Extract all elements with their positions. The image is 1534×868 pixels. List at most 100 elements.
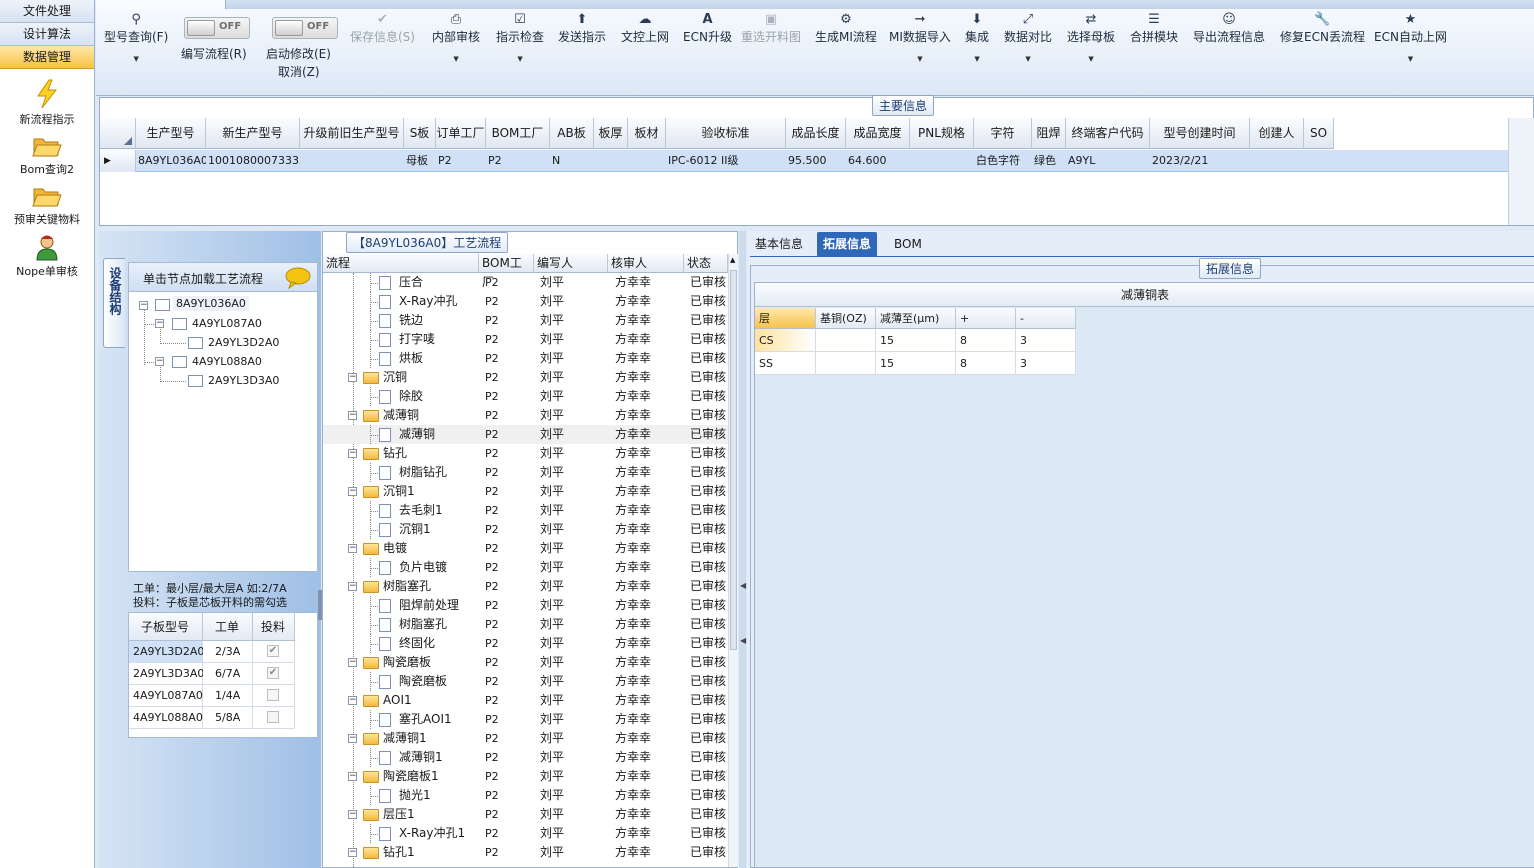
internal-review-button[interactable]: ⎙ 内部审核 ▼ [432, 12, 480, 63]
flow-row[interactable]: − 树脂塞孔 P2 刘平 方幸幸 已审核 [323, 577, 728, 596]
sidebar-tool-key-material[interactable]: 预审关键物料 [0, 183, 94, 227]
flow-row[interactable]: 打字唛 P2 刘平 方幸幸 已审核 [323, 330, 728, 349]
flow-row[interactable]: 树脂塞孔 P2 刘平 方幸幸 已审核 [323, 615, 728, 634]
main-info-cell[interactable] [1250, 150, 1304, 172]
save-info-button[interactable]: ✔ 保存信息(S) [350, 12, 415, 45]
sub-board-order[interactable]: 1/4A [203, 685, 253, 707]
collapse-icon[interactable]: − [155, 319, 164, 328]
collapse-icon[interactable]: − [348, 449, 357, 458]
data-compare-button[interactable]: ⤢ 数据对比 ▼ [1004, 12, 1052, 63]
tree-node[interactable]: 2A9YL3D2A0 [208, 336, 279, 349]
sidebar-item-algorithm[interactable]: 设计算法 [0, 23, 94, 46]
main-info-col-header[interactable]: 创建人 [1250, 118, 1304, 149]
tab-bom[interactable]: BOM [888, 232, 928, 256]
tree-node[interactable]: 4A9YL088A0 [192, 355, 262, 368]
flow-row[interactable]: − 沉铜 P2 刘平 方幸幸 已审核 [323, 368, 728, 387]
flow-row[interactable]: 负片电镀 P2 刘平 方幸幸 已审核 [323, 558, 728, 577]
main-info-col-header[interactable]: 字符 [974, 118, 1032, 149]
main-info-col-header[interactable]: BOM工厂 [486, 118, 550, 149]
main-info-col-header[interactable]: PNL规格 [910, 118, 974, 149]
flow-row[interactable]: 铣边 P2 刘平 方幸幸 已审核 [323, 311, 728, 330]
start-edit-toggle[interactable]: OFF [272, 17, 338, 39]
tree-node[interactable]: 2A9YL3D3A0 [208, 374, 279, 387]
main-info-cell[interactable]: A9YL [1066, 150, 1150, 172]
main-info-col-header[interactable]: 终端客户代码 [1066, 118, 1150, 149]
main-info-cell[interactable]: 白色字符 [974, 150, 1032, 172]
flow-row[interactable]: − 钻孔 P2 刘平 方幸幸 已审核 [323, 444, 728, 463]
flow-row[interactable]: − 陶瓷磨板 P2 刘平 方幸幸 已审核 [323, 653, 728, 672]
thin-cell[interactable]: 15 [876, 329, 956, 352]
flow-row[interactable]: 去毛刺1 P2 刘平 方幸幸 已审核 [323, 501, 728, 520]
collapse-icon[interactable]: − [348, 848, 357, 857]
grid-header[interactable]: 工单 [203, 613, 253, 641]
repair-ecn-button[interactable]: 🔧 修复ECN丢流程 [1280, 12, 1365, 45]
grid-header[interactable]: 子板型号 [129, 613, 203, 641]
main-info-cell[interactable]: N [550, 150, 594, 172]
flow-row[interactable]: 压合 P2 刘平 方幸幸 已审核 [323, 273, 728, 292]
sub-board-model[interactable]: 4A9YL088A0 [129, 707, 203, 729]
thin-cell[interactable]: CS [755, 329, 816, 352]
flow-row[interactable]: 沉铜1 P2 刘平 方幸幸 已审核 [323, 520, 728, 539]
flow-row[interactable]: 减薄铜 P2 刘平 方幸幸 已审核 [323, 425, 728, 444]
flow-row[interactable]: X-Ray冲孔 P2 刘平 方幸幸 已审核 [323, 292, 728, 311]
sub-board-model[interactable]: 4A9YL087A0 [129, 685, 203, 707]
main-info-cell[interactable] [594, 150, 628, 172]
thin-cell[interactable] [816, 352, 876, 375]
flow-row[interactable]: − AOI1 P2 刘平 方幸幸 已审核 [323, 691, 728, 710]
tree-node[interactable]: 4A9YL087A0 [192, 317, 262, 330]
sub-board-order[interactable]: 5/8A [203, 707, 253, 729]
feed-checkbox[interactable]: ✔ [267, 667, 279, 679]
panel-splitter[interactable]: ◀ ◀ [739, 231, 746, 868]
flow-col-header[interactable]: 状态 [684, 254, 728, 273]
main-info-cell[interactable]: P2 [436, 150, 486, 172]
main-info-col-header[interactable]: 生产型号 [136, 118, 206, 149]
flow-col-header[interactable]: 核审人 [608, 254, 684, 273]
write-flow-toggle[interactable]: OFF [184, 17, 250, 39]
flow-row[interactable]: 阻焊前处理 P2 刘平 方幸幸 已审核 [323, 596, 728, 615]
tab-basic-info[interactable]: 基本信息 [749, 232, 809, 256]
main-info-cell[interactable]: P2 [486, 150, 550, 172]
generate-mi-flow-button[interactable]: ⚙ 生成MI流程 [815, 12, 877, 45]
sidebar-tool-bom-query[interactable]: Bom查询2 [0, 133, 94, 177]
main-info-col-header[interactable]: 验收标准 [666, 118, 786, 149]
thin-cell[interactable]: 8 [956, 329, 1016, 352]
flow-row[interactable]: − 减薄铜 P2 刘平 方幸幸 已审核 [323, 406, 728, 425]
send-instruction-button[interactable]: ⬆ 发送指示 [558, 12, 606, 45]
flow-row[interactable]: − 减薄铜1 P2 刘平 方幸幸 已审核 [323, 729, 728, 748]
flow-row[interactable]: 除胶 P2 刘平 方幸幸 已审核 [323, 387, 728, 406]
main-info-cell[interactable]: 母板 [404, 150, 436, 172]
main-info-cell[interactable] [1304, 150, 1334, 172]
flow-row[interactable]: 抛光1 P2 刘平 方幸幸 已审核 [323, 786, 728, 805]
flow-row[interactable]: − 沉铜1 P2 刘平 方幸幸 已审核 [323, 482, 728, 501]
thin-cell[interactable]: 8 [956, 352, 1016, 375]
main-info-cell[interactable]: IPC-6012 II级 [666, 150, 786, 172]
ecn-auto-online-button[interactable]: ★ ECN自动上网 ▼ [1374, 12, 1447, 63]
collapse-icon[interactable]: − [348, 582, 357, 591]
thin-cell[interactable]: 15 [876, 352, 956, 375]
feed-checkbox[interactable]: ✔ [267, 645, 279, 657]
flow-col-header[interactable]: 流程 [323, 254, 479, 273]
tab-extended-info[interactable]: 拓展信息 [817, 232, 878, 256]
thin-cell[interactable] [816, 329, 876, 352]
flow-col-header[interactable]: BOM工厂 [479, 254, 534, 289]
main-info-col-header[interactable]: 型号创建时间 [1150, 118, 1250, 149]
main-info-col-header[interactable]: 阻焊 [1032, 118, 1066, 149]
collapse-icon[interactable]: − [348, 696, 357, 705]
main-info-cell[interactable] [910, 150, 974, 172]
collapse-icon[interactable]: − [348, 734, 357, 743]
main-info-cell[interactable] [628, 150, 666, 172]
main-info-cell[interactable]: 64.600 [846, 150, 910, 172]
sidebar-item-file[interactable]: 文件处理 [0, 0, 94, 23]
flow-row[interactable]: 陶瓷磨板 P2 刘平 方幸幸 已审核 [323, 672, 728, 691]
select-motherboard-button[interactable]: ⇄ 选择母板 ▼ [1067, 12, 1115, 63]
main-info-cell[interactable]: 2023/2/21 [1150, 150, 1250, 172]
model-search-button[interactable]: ⚲ 型号查询(F) ▼ [104, 12, 168, 63]
row-header-corner[interactable] [100, 118, 136, 149]
flow-row[interactable]: − 层压1 P2 刘平 方幸幸 已审核 [323, 805, 728, 824]
main-info-col-header[interactable]: 板材 [628, 118, 666, 149]
sub-board-order[interactable]: 6/7A [203, 663, 253, 685]
scroll-thumb[interactable] [730, 270, 737, 650]
grid-header[interactable]: 投料 [253, 613, 295, 641]
flow-row[interactable]: 树脂钻孔 P2 刘平 方幸幸 已审核 [323, 463, 728, 482]
feed-checkbox[interactable] [267, 689, 279, 701]
